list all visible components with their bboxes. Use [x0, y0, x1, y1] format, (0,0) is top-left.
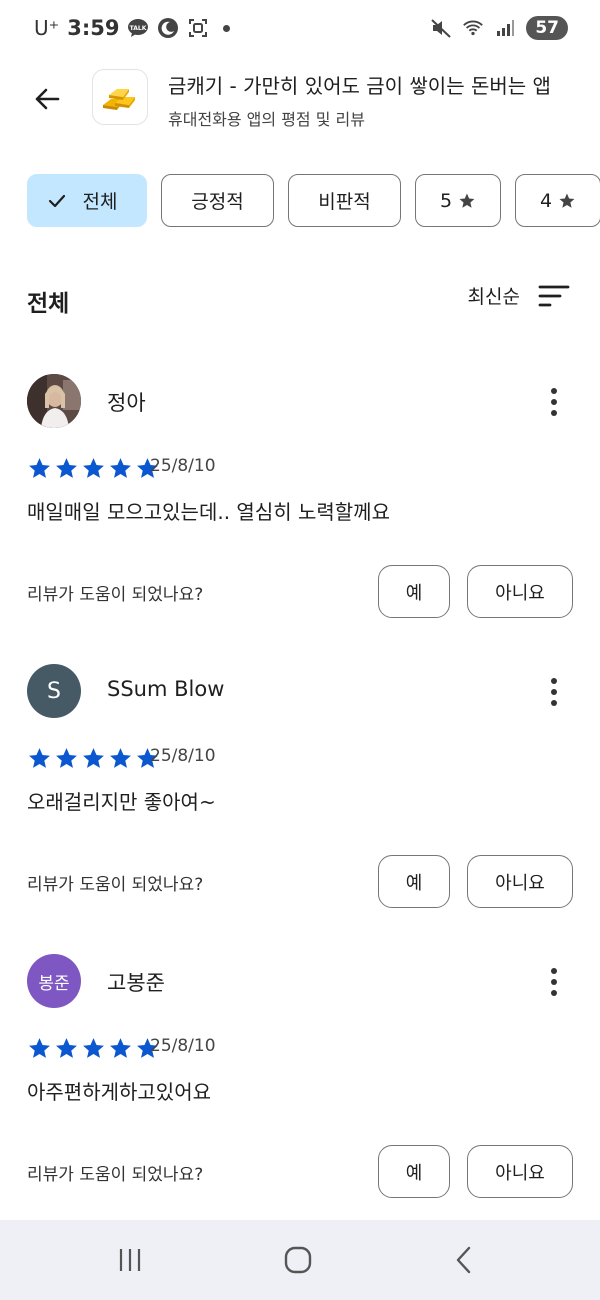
star-icon	[83, 1038, 104, 1058]
star-icon	[559, 193, 575, 208]
star-icon	[83, 458, 104, 478]
back-button[interactable]	[26, 78, 68, 120]
review-content: 매일매일 모으고있는데.. 열심히 노력할께요	[27, 500, 390, 524]
review-item: 봉준 고봉준 25/8/10 아주편하게하고있어요 리뷰가 도움이 되었나요? …	[0, 954, 600, 1244]
filter-chip-4-label: 4	[540, 189, 553, 212]
review-item: 정아 25/8/10 매일매일 모으고있는데.. 열심히 노력할께요 리뷰가 도…	[0, 374, 600, 664]
star-icon	[29, 1038, 50, 1058]
back-arrow-icon	[35, 88, 60, 110]
carrier-label: U⁺	[34, 16, 60, 40]
star-icon	[459, 193, 475, 208]
rating-stars	[27, 1036, 160, 1061]
star-icon	[56, 458, 77, 478]
nav-back-icon	[456, 1246, 471, 1274]
battery-badge: 57	[526, 16, 568, 40]
helpful-no-button[interactable]: 아니요	[467, 565, 573, 618]
system-nav-bar	[0, 1220, 600, 1300]
helpful-question: 리뷰가 도움이 되었나요?	[27, 1165, 204, 1185]
star-icon	[56, 1038, 77, 1058]
notification-dot-icon	[223, 24, 231, 32]
app-header: 금캐기 - 가만히 있어도 금이 쌓이는 돈버는 앱 휴대전화용 앱의 평점 및…	[0, 66, 600, 132]
review-author: SSum Blow	[107, 677, 225, 701]
home-icon	[284, 1246, 312, 1274]
nav-back-button[interactable]	[440, 1240, 490, 1280]
recents-icon	[119, 1249, 141, 1271]
avatar: S	[27, 664, 81, 718]
filter-chips: 전체 긍정적 비판적 5 4	[27, 174, 600, 227]
filter-chip-5-star[interactable]: 5	[415, 174, 501, 227]
filter-chip-positive-label: 긍정적	[191, 191, 244, 213]
filter-chip-4-star[interactable]: 4	[515, 174, 600, 227]
more-options-button[interactable]	[540, 962, 568, 1002]
filter-chip-all[interactable]: 전체	[27, 174, 147, 227]
helpful-yes-button[interactable]: 예	[378, 565, 450, 618]
rating-stars	[27, 746, 160, 771]
dnd-moon-icon	[157, 17, 179, 39]
review-content: 오래걸리지만 좋아여~	[27, 790, 216, 814]
filter-chip-positive[interactable]: 긍정적	[161, 174, 274, 227]
recents-button[interactable]	[105, 1240, 155, 1280]
home-button[interactable]	[273, 1240, 323, 1280]
app-title: 금캐기 - 가만히 있어도 금이 쌓이는 돈버는 앱	[168, 74, 551, 98]
review-content: 아주편하게하고있어요	[27, 1080, 211, 1104]
star-icon	[29, 748, 50, 768]
star-icon	[29, 458, 50, 478]
app-icon	[92, 69, 148, 125]
status-right: 57	[430, 16, 568, 40]
gold-bars-icon	[103, 89, 135, 110]
sort-icon	[538, 285, 570, 306]
mute-icon	[430, 17, 452, 39]
filter-chip-critical-label: 비판적	[318, 191, 371, 213]
filter-chip-critical[interactable]: 비판적	[288, 174, 401, 227]
review-date: 25/8/10	[150, 456, 216, 476]
screenshot-icon	[187, 17, 209, 39]
check-icon	[48, 194, 65, 207]
review-list-title: 전체	[27, 291, 70, 317]
star-icon	[110, 458, 131, 478]
avatar	[27, 374, 81, 428]
wifi-icon	[462, 17, 484, 39]
review-author: 정아	[107, 391, 146, 415]
avatar-initial: S	[47, 678, 61, 704]
review-item: S SSum Blow 25/8/10 오래걸리지만 좋아여~ 리뷰가 도움이 …	[0, 664, 600, 954]
star-icon	[56, 748, 77, 768]
star-icon	[83, 748, 104, 768]
more-options-button[interactable]	[540, 382, 568, 422]
rating-stars	[27, 456, 160, 481]
sort-button[interactable]: 최신순	[468, 282, 570, 309]
helpful-question: 리뷰가 도움이 되었나요?	[27, 875, 204, 895]
signal-icon	[494, 17, 516, 39]
review-date: 25/8/10	[150, 1036, 216, 1056]
star-icon	[110, 748, 131, 768]
talk-icon: TALK	[127, 17, 149, 39]
helpful-no-button[interactable]: 아니요	[467, 855, 573, 908]
helpful-question: 리뷰가 도움이 되었나요?	[27, 585, 204, 605]
status-left: U⁺ 3:59 TALK	[34, 16, 231, 40]
sort-label: 최신순	[467, 286, 520, 308]
page-subtitle: 휴대전화용 앱의 평점 및 리뷰	[168, 110, 365, 129]
status-bar: U⁺ 3:59 TALK 57	[0, 0, 600, 60]
review-author: 고봉준	[107, 971, 165, 995]
filter-chip-5-label: 5	[440, 189, 453, 212]
status-time: 3:59	[67, 16, 120, 40]
helpful-yes-button[interactable]: 예	[378, 1145, 450, 1198]
avatar-initial: 봉준	[38, 973, 70, 994]
helpful-no-button[interactable]: 아니요	[467, 1145, 573, 1198]
svg-text:TALK: TALK	[130, 25, 147, 32]
review-date: 25/8/10	[150, 746, 216, 766]
avatar: 봉준	[27, 954, 81, 1008]
more-options-button[interactable]	[540, 672, 568, 712]
star-icon	[110, 1038, 131, 1058]
filter-chip-all-label: 전체	[82, 191, 118, 213]
helpful-yes-button[interactable]: 예	[378, 855, 450, 908]
